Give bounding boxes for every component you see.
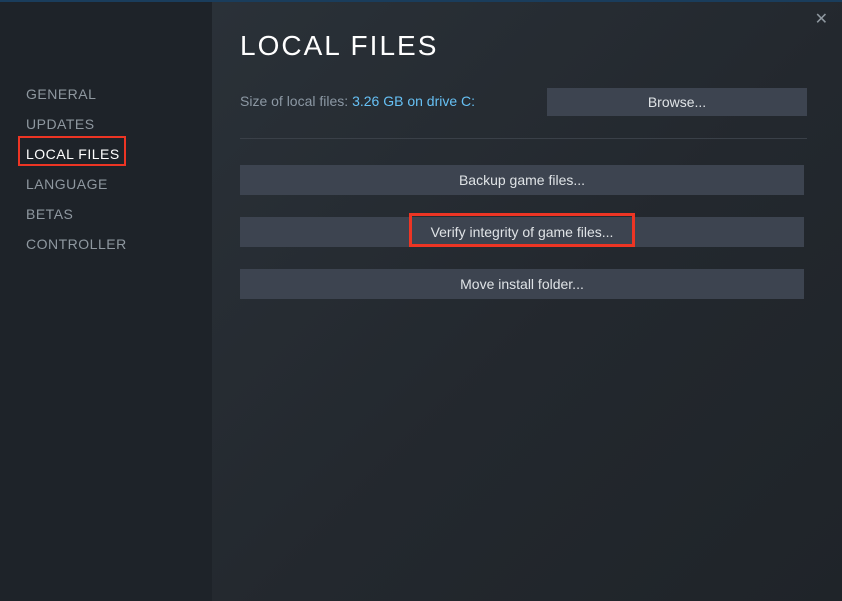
close-icon[interactable]: ✕ [815, 12, 828, 28]
browse-button[interactable]: Browse... [547, 88, 807, 116]
size-value: 3.26 GB on drive C: [352, 93, 475, 109]
size-label: Size of local files: [240, 93, 352, 109]
divider [240, 138, 807, 139]
move-install-folder-button[interactable]: Move install folder... [240, 269, 804, 299]
sidebar: GENERAL UPDATES LOCAL FILES LANGUAGE BET… [0, 2, 212, 601]
main-panel: ✕ LOCAL FILES Size of local files: 3.26 … [212, 2, 842, 601]
sidebar-item-betas[interactable]: BETAS [26, 199, 212, 229]
backup-game-files-button[interactable]: Backup game files... [240, 165, 804, 195]
page-title: LOCAL FILES [240, 30, 807, 62]
sidebar-item-updates[interactable]: UPDATES [26, 109, 212, 139]
sidebar-item-local-files[interactable]: LOCAL FILES [26, 139, 212, 169]
verify-integrity-label: Verify integrity of game files... [431, 224, 614, 240]
sidebar-item-language[interactable]: LANGUAGE [26, 169, 212, 199]
sidebar-item-controller[interactable]: CONTROLLER [26, 229, 212, 259]
size-text-wrapper: Size of local files: 3.26 GB on drive C: [240, 93, 475, 111]
verify-integrity-button[interactable]: Verify integrity of game files... [240, 217, 804, 247]
size-row: Size of local files: 3.26 GB on drive C:… [240, 88, 807, 116]
sidebar-item-general[interactable]: GENERAL [26, 79, 212, 109]
